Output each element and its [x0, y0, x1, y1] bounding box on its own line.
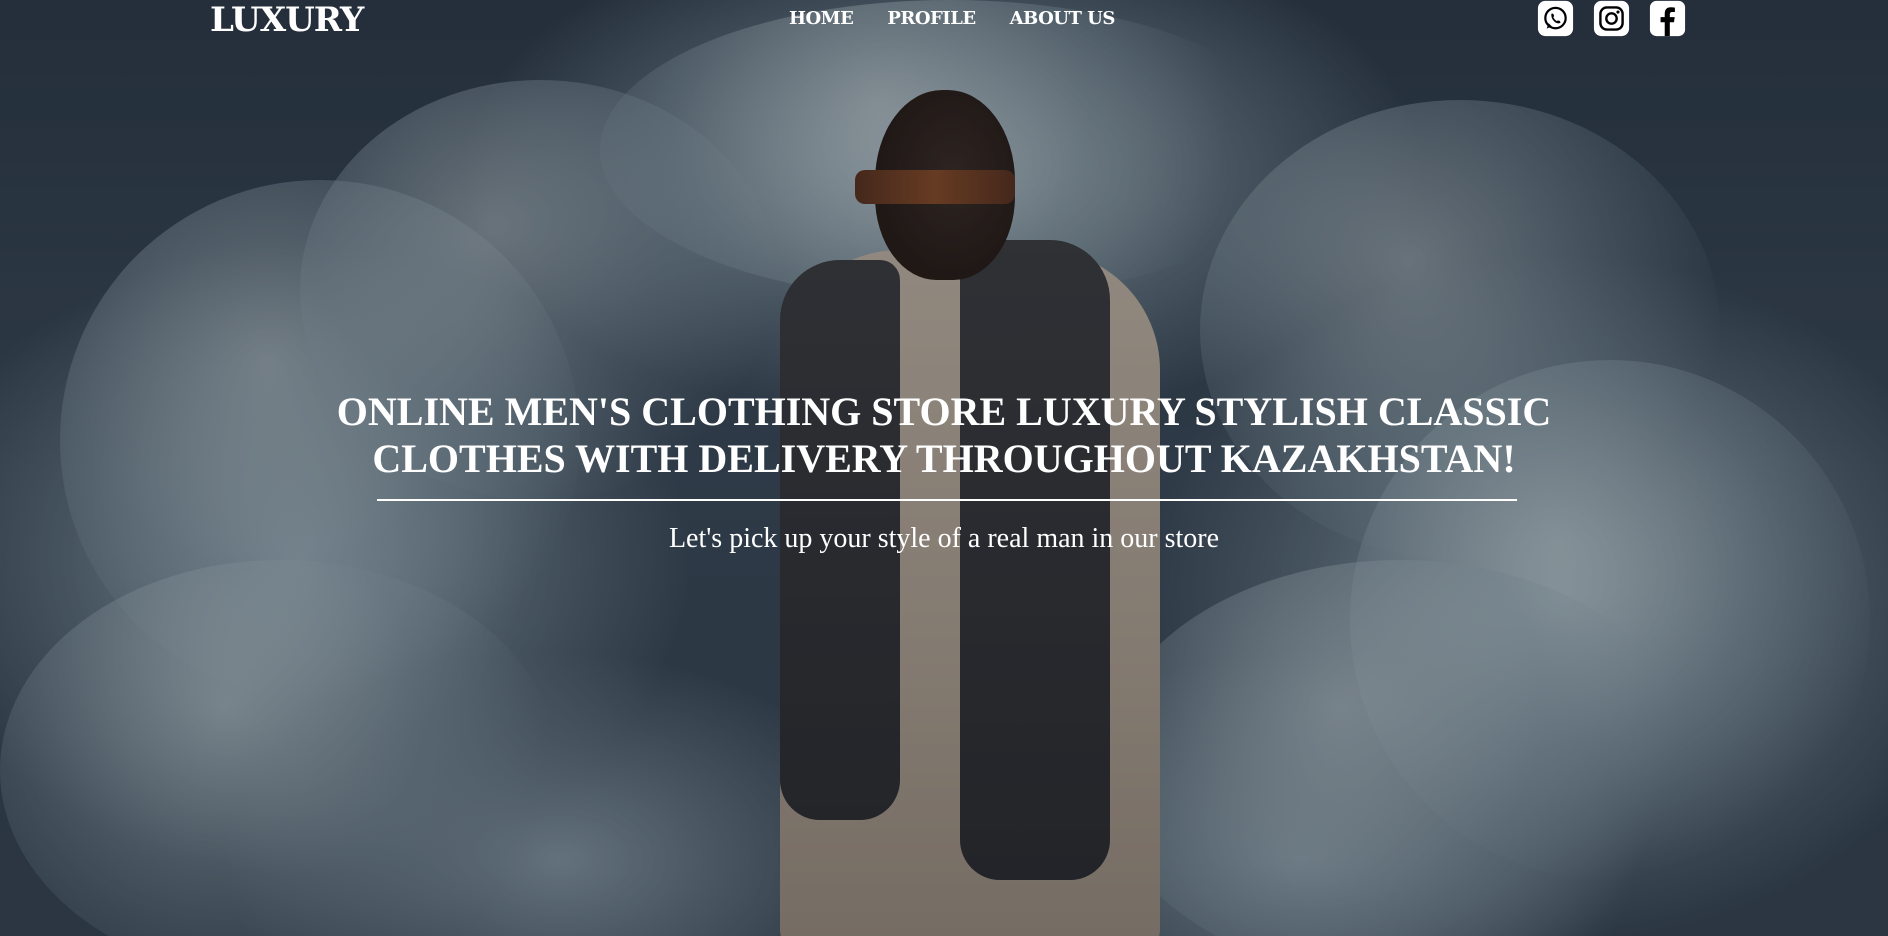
social-links: [1537, 0, 1686, 37]
instagram-icon[interactable]: [1593, 0, 1630, 37]
menu-item-about-us: ABOUT US: [1010, 8, 1116, 29]
hero-subtitle: Let's pick up your style of a real man i…: [668, 523, 1220, 554]
nav-link-home[interactable]: HOME: [789, 8, 854, 29]
top-navigation: LUXURY HOME PROFILE ABOUT US: [0, 0, 1888, 40]
facebook-icon[interactable]: [1649, 0, 1686, 37]
menu-item-profile: PROFILE: [887, 8, 976, 29]
nav-link-profile[interactable]: PROFILE: [887, 8, 976, 29]
menu-item-home: HOME: [789, 8, 854, 29]
hero-divider: [377, 499, 1517, 501]
hero-section: LUXURY HOME PROFILE ABOUT US ONLINE MEN'…: [0, 0, 1888, 936]
whatsapp-icon[interactable]: [1537, 0, 1574, 37]
brand-logo[interactable]: LUXURY: [210, 0, 364, 40]
nav-link-about-us[interactable]: ABOUT US: [1010, 8, 1116, 29]
main-menu: HOME PROFILE ABOUT US: [789, 8, 1115, 29]
hero-headline: ONLINE MEN'S CLOTHING STORE LUXURY STYLI…: [336, 389, 1552, 481]
